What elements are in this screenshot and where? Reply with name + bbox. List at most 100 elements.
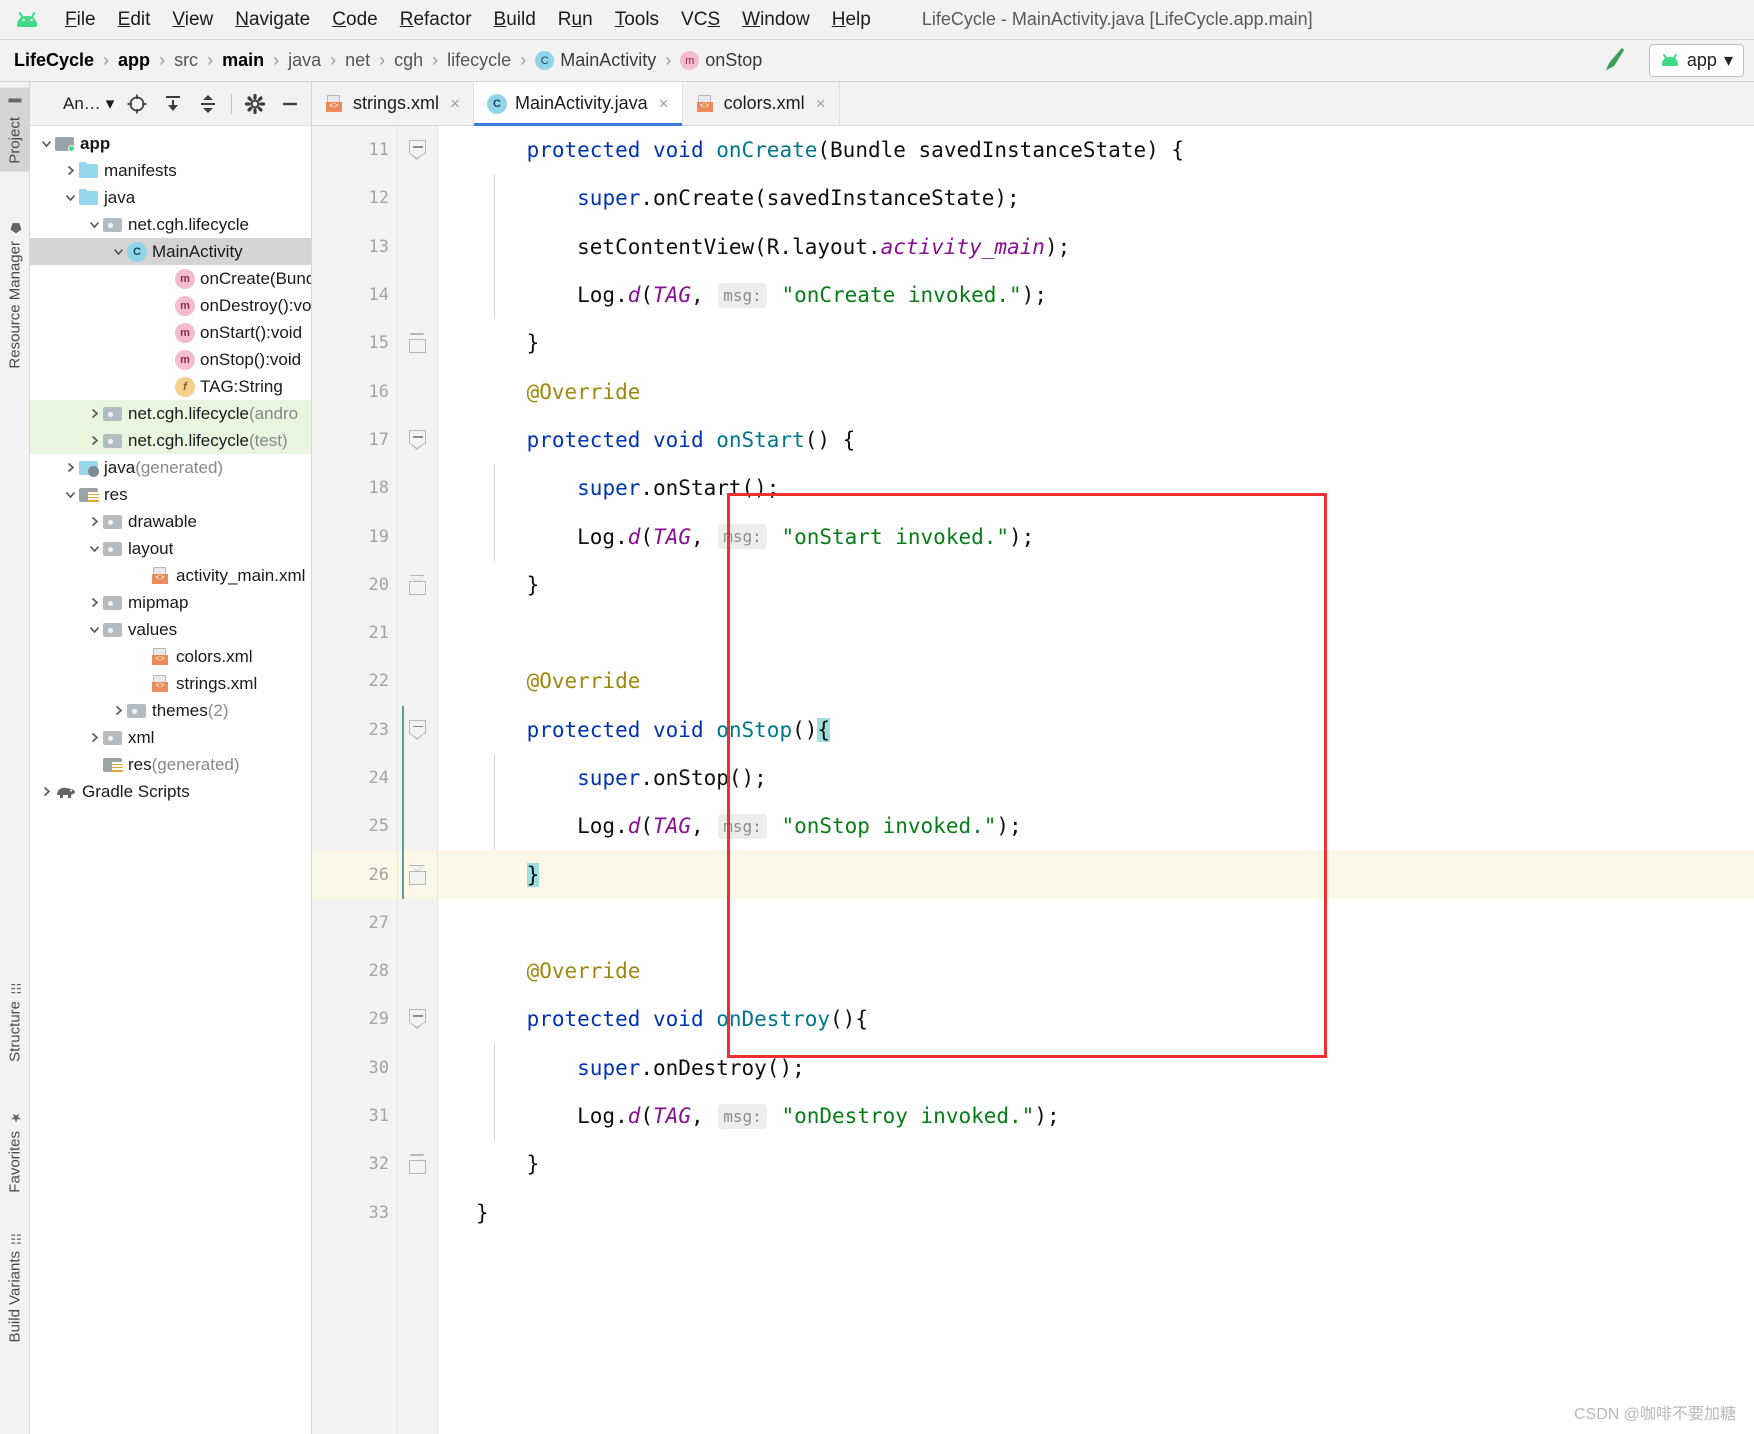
menu-item-help[interactable]: Help [821, 6, 882, 34]
fold-end-icon[interactable] [409, 864, 426, 885]
chevron-down-icon[interactable] [62, 189, 79, 206]
code-line-11[interactable]: protected void onCreate (Bundle savedInst… [438, 126, 1754, 174]
chevron-right-icon[interactable] [86, 594, 103, 611]
chevron-down-icon[interactable]: ▾ [1724, 50, 1733, 71]
tree-node-res[interactable]: res [30, 481, 311, 508]
settings-gear-icon[interactable] [242, 91, 268, 117]
tree-node-manifests[interactable]: manifests [30, 157, 311, 184]
code-line-30[interactable]: super .onDestroy(); [438, 1043, 1754, 1092]
tree-node-themes[interactable]: themes (2) [30, 697, 311, 724]
menu-item-refactor[interactable]: Refactor [389, 6, 483, 34]
chevron-right-icon[interactable] [110, 702, 127, 719]
code-line-14[interactable]: Log. d(TAG, msg: "onCreate invoked."); [438, 270, 1754, 320]
breadcrumb-item-java[interactable]: java [288, 50, 321, 71]
chevron-right-icon[interactable] [86, 513, 103, 530]
breadcrumb-item-main[interactable]: main [222, 50, 264, 71]
menu-item-file[interactable]: File [54, 6, 107, 34]
tree-node-xml[interactable]: xml [30, 724, 311, 751]
chevron-right-icon[interactable] [62, 162, 79, 179]
chevron-right-icon[interactable] [62, 459, 79, 476]
fold-end-icon[interactable] [409, 574, 426, 595]
tree-node-oncreate-bundle[interactable]: monCreate(Bundle [30, 265, 311, 292]
tree-node-net-cgh-lifecycle[interactable]: net.cgh.lifecycle (andro [30, 400, 311, 427]
code-line-26[interactable]: } [438, 850, 1754, 899]
tree-node-net-cgh-lifecycle[interactable]: net.cgh.lifecycle [30, 211, 311, 238]
tree-node-values[interactable]: values [30, 616, 311, 643]
tool-tab-resource-manager[interactable]: Resource Manager ⬟ [0, 212, 30, 377]
code-editor[interactable]: 11o 12 13 14 15 16 17o 18 19 20 21 22 23o 24 25 26 27 28 2… [312, 126, 1754, 1434]
tree-node-mipmap[interactable]: mipmap [30, 589, 311, 616]
tree-node-app[interactable]: app [30, 130, 311, 157]
fold-collapse-icon[interactable] [409, 140, 426, 161]
menu-item-view[interactable]: View [161, 6, 224, 34]
tree-node-onstart-void[interactable]: m onStart():void [30, 319, 311, 346]
code-line-31[interactable]: Log. d(TAG, msg: "onDestroy invoked."); [438, 1091, 1754, 1141]
hide-panel-icon[interactable] [277, 91, 303, 117]
menu-item-code[interactable]: Code [321, 6, 388, 34]
menu-item-window[interactable]: Window [731, 6, 821, 34]
project-tree[interactable]: app manifests java net.cgh.lifecycle C MainAc… [30, 126, 311, 1434]
tree-node-onstop-void[interactable]: m onStop():void [30, 346, 311, 373]
code-line-17[interactable]: protected void onStart() { [438, 416, 1754, 464]
chevron-down-icon[interactable] [38, 135, 55, 152]
collapse-all-icon[interactable] [195, 91, 221, 117]
breadcrumb-item-onstop[interactable]: m onStop [680, 50, 762, 71]
code-line-22[interactable]: @Override [438, 657, 1754, 705]
tree-node-colors-xml[interactable]: <> colors.xml [30, 643, 311, 670]
tree-node-strings-xml[interactable]: <> strings.xml [30, 670, 311, 697]
tree-node-java[interactable]: java (generated) [30, 454, 311, 481]
breadcrumb-item-src[interactable]: src [174, 50, 198, 71]
code-line-12[interactable]: super .onCreate(savedInstanceState); [438, 174, 1754, 223]
run-configuration-select[interactable]: app ▾ [1648, 44, 1744, 77]
project-view-selector[interactable]: An… ▾ [38, 94, 114, 114]
tree-node-java[interactable]: java [30, 184, 311, 211]
fold-collapse-icon[interactable] [409, 1009, 426, 1030]
tree-node-gradle-scripts[interactable]: Gradle Scripts [30, 778, 311, 805]
fold-end-icon[interactable] [409, 333, 426, 354]
code-line-28[interactable]: @Override [438, 947, 1754, 995]
fold-collapse-icon[interactable] [409, 429, 426, 450]
close-icon[interactable]: × [450, 94, 460, 114]
code-line-15[interactable]: } [438, 319, 1754, 367]
tool-tab-favorites[interactable]: Favorites ★ [0, 1102, 30, 1201]
code-line-18[interactable]: super .onStart(); [438, 464, 1754, 513]
chevron-right-icon[interactable] [86, 729, 103, 746]
code-line-32[interactable]: } [438, 1140, 1754, 1188]
close-icon[interactable]: × [659, 94, 669, 114]
code-line-33[interactable]: } [438, 1189, 1754, 1237]
tool-tab-project[interactable]: Project ▬ [0, 88, 30, 172]
locate-icon[interactable] [124, 91, 150, 117]
code-line-24[interactable]: super .onStop(); [438, 753, 1754, 803]
breadcrumb-item-mainactivity[interactable]: C MainActivity [535, 50, 656, 71]
code-line-16[interactable]: @Override [438, 367, 1754, 415]
menu-item-tools[interactable]: Tools [604, 6, 670, 34]
tree-node-layout[interactable]: layout [30, 535, 311, 562]
code-line-27[interactable] [438, 899, 1754, 947]
tree-node-ondestroy-void[interactable]: monDestroy():void [30, 292, 311, 319]
code-line-20[interactable]: } [438, 561, 1754, 609]
breadcrumb-item-lifecycle[interactable]: lifecycle [447, 50, 511, 71]
fold-end-icon[interactable] [409, 1154, 426, 1175]
menu-item-build[interactable]: Build [483, 6, 547, 34]
code-line-29[interactable]: protected void onDestroy(){ [438, 995, 1754, 1043]
expand-all-icon[interactable] [160, 91, 186, 117]
chevron-right-icon[interactable] [38, 783, 55, 800]
chevron-down-icon[interactable] [86, 621, 103, 638]
breadcrumb-item-lifecycle[interactable]: LifeCycle [14, 50, 94, 71]
tool-tab-structure[interactable]: Structure ☷ [0, 972, 30, 1070]
tree-node-res[interactable]: res (generated) [30, 751, 311, 778]
tree-node-mainactivity[interactable]: C MainActivity [30, 238, 311, 265]
menu-item-run[interactable]: Run [547, 6, 604, 34]
code-text[interactable]: protected void onCreate (Bundle savedInst… [438, 126, 1754, 1434]
build-hammer-icon[interactable] [1601, 43, 1631, 78]
code-line-23[interactable]: protected void onStop(){ [438, 706, 1754, 754]
editor-tab-colors-xml[interactable]: <> colors.xml × [682, 82, 840, 125]
tree-node-activity-main-xml[interactable]: <> activity_main.xml [30, 562, 311, 589]
chevron-down-icon[interactable] [86, 540, 103, 557]
chevron-down-icon[interactable] [62, 486, 79, 503]
fold-collapse-icon[interactable] [409, 719, 426, 740]
tree-node-drawable[interactable]: drawable [30, 508, 311, 535]
menu-item-edit[interactable]: Edit [107, 6, 162, 34]
code-line-25[interactable]: Log. d(TAG, msg: "onStop invoked."); [438, 802, 1754, 851]
chevron-down-icon[interactable] [110, 243, 127, 260]
